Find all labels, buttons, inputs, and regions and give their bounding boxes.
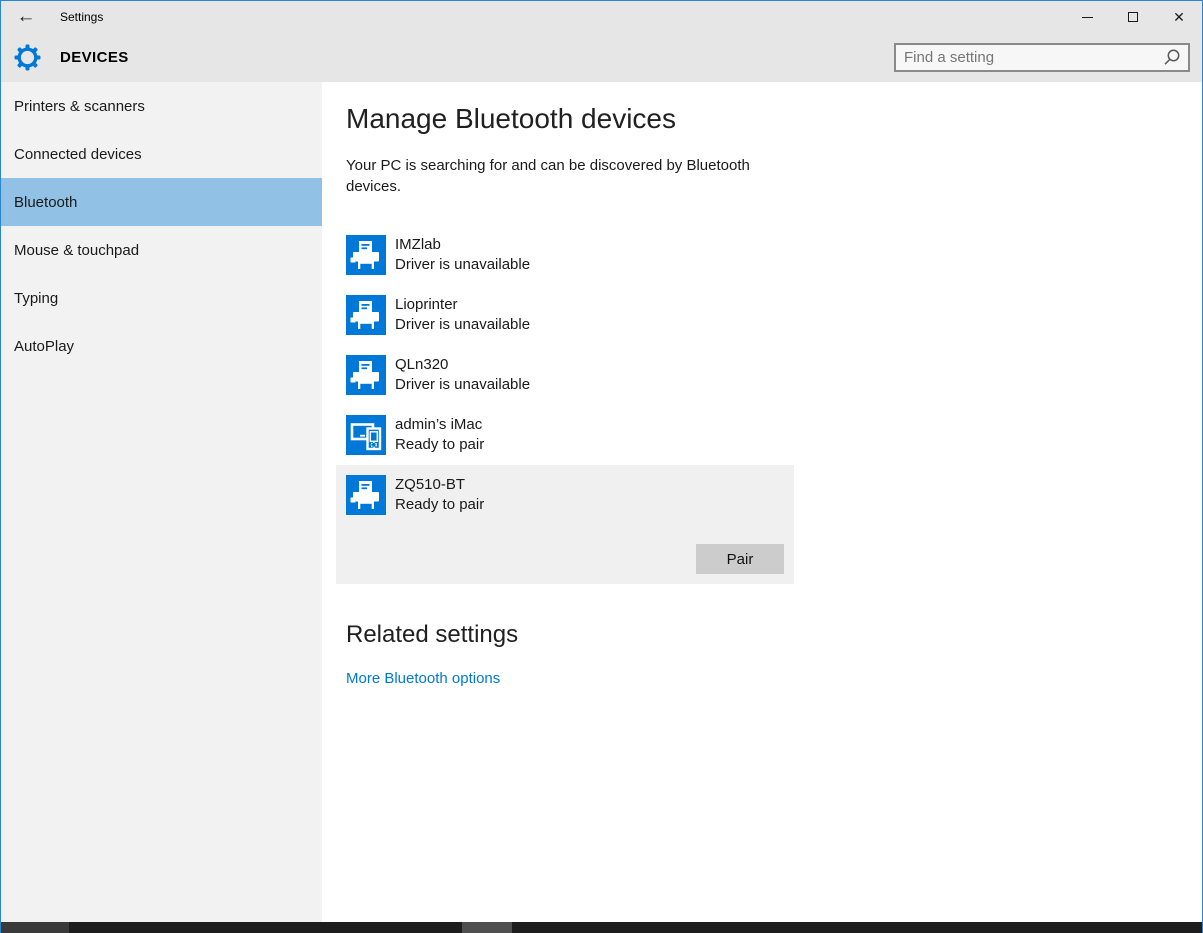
pair-button-row: Pair: [346, 544, 784, 574]
sidebar-item-bluetooth[interactable]: Bluetooth: [1, 178, 322, 226]
selected-device-panel[interactable]: ZQ510-BT Ready to pair Pair: [336, 465, 794, 584]
pair-button[interactable]: Pair: [696, 544, 784, 574]
device-name: IMZlab: [395, 236, 530, 254]
sidebar-item-connected-devices[interactable]: Connected devices: [1, 130, 322, 178]
device-name: ZQ510-BT: [395, 476, 484, 494]
maximize-icon: [1128, 12, 1138, 22]
sidebar-item-label: Bluetooth: [14, 194, 77, 211]
sidebar-item-label: Printers & scanners: [14, 98, 145, 115]
page-heading: Manage Bluetooth devices: [346, 102, 1202, 136]
printer-icon: [346, 295, 386, 335]
search-input[interactable]: [896, 49, 1162, 66]
device-list: IMZlab Driver is unavailable Lioprinter Dri…: [346, 235, 1202, 584]
window-title: Settings: [60, 10, 103, 24]
device-name: Lioprinter: [395, 296, 530, 314]
printer-icon: [346, 355, 386, 395]
device-status: Driver is unavailable: [395, 256, 530, 274]
search-icon[interactable]: [1162, 48, 1181, 67]
titlebar: ← Settings ✕: [1, 1, 1202, 33]
more-bluetooth-options-link[interactable]: More Bluetooth options: [346, 670, 500, 687]
device-status: Ready to pair: [395, 496, 484, 514]
sidebar-item-autoplay[interactable]: AutoPlay: [1, 322, 322, 370]
device-row[interactable]: Lioprinter Driver is unavailable: [346, 295, 1202, 335]
sidebar-item-printers-scanners[interactable]: Printers & scanners: [1, 82, 322, 130]
window-controls: ✕: [1064, 1, 1202, 33]
device-texts: IMZlab Driver is unavailable: [395, 235, 530, 275]
main-content: Manage Bluetooth devices Your PC is sear…: [322, 82, 1202, 922]
printer-icon: [346, 235, 386, 275]
page-title: DEVICES: [60, 49, 129, 66]
taskbar[interactable]: [1, 922, 1202, 933]
sidebar: Printers & scanners Connected devices Blue…: [1, 82, 322, 922]
maximize-button[interactable]: [1110, 1, 1156, 33]
device-status: Driver is unavailable: [395, 376, 530, 394]
window-body: Printers & scanners Connected devices Blue…: [1, 82, 1202, 922]
close-icon: ✕: [1173, 10, 1185, 24]
related-settings-heading: Related settings: [346, 620, 1202, 650]
device-texts: admin’s iMac Ready to pair: [395, 415, 484, 455]
device-status: Driver is unavailable: [395, 316, 530, 334]
back-arrow-icon: ←: [17, 6, 36, 28]
device-name: QLn320: [395, 356, 530, 374]
close-button[interactable]: ✕: [1156, 1, 1202, 33]
sidebar-item-label: Mouse & touchpad: [14, 242, 139, 259]
settings-gear-icon: [14, 44, 41, 71]
device-row[interactable]: IMZlab Driver is unavailable: [346, 235, 1202, 275]
search-box[interactable]: [894, 43, 1190, 72]
device-texts: ZQ510-BT Ready to pair: [395, 475, 484, 515]
sidebar-item-label: AutoPlay: [14, 338, 74, 355]
page-description: Your PC is searching for and can be disc…: [346, 155, 751, 197]
back-button[interactable]: ←: [1, 1, 51, 33]
settings-window: ← Settings ✕: [0, 0, 1203, 933]
taskbar-active-app-segment[interactable]: [462, 922, 512, 933]
device-row[interactable]: QLn320 Driver is unavailable: [346, 355, 1202, 395]
sidebar-item-label: Typing: [14, 290, 58, 307]
printer-icon: [346, 475, 386, 515]
sidebar-item-label: Connected devices: [14, 146, 142, 163]
device-texts: Lioprinter Driver is unavailable: [395, 295, 530, 335]
minimize-icon: [1082, 17, 1093, 18]
computer-device-icon: [346, 415, 386, 455]
device-row[interactable]: ZQ510-BT Ready to pair: [346, 475, 784, 515]
device-texts: QLn320 Driver is unavailable: [395, 355, 530, 395]
page-header: DEVICES: [1, 33, 1202, 82]
device-status: Ready to pair: [395, 436, 484, 454]
sidebar-item-typing[interactable]: Typing: [1, 274, 322, 322]
device-name: admin’s iMac: [395, 416, 484, 434]
minimize-button[interactable]: [1064, 1, 1110, 33]
device-row[interactable]: admin’s iMac Ready to pair: [346, 415, 1202, 455]
sidebar-item-mouse-touchpad[interactable]: Mouse & touchpad: [1, 226, 322, 274]
taskbar-start-segment[interactable]: [1, 922, 69, 933]
